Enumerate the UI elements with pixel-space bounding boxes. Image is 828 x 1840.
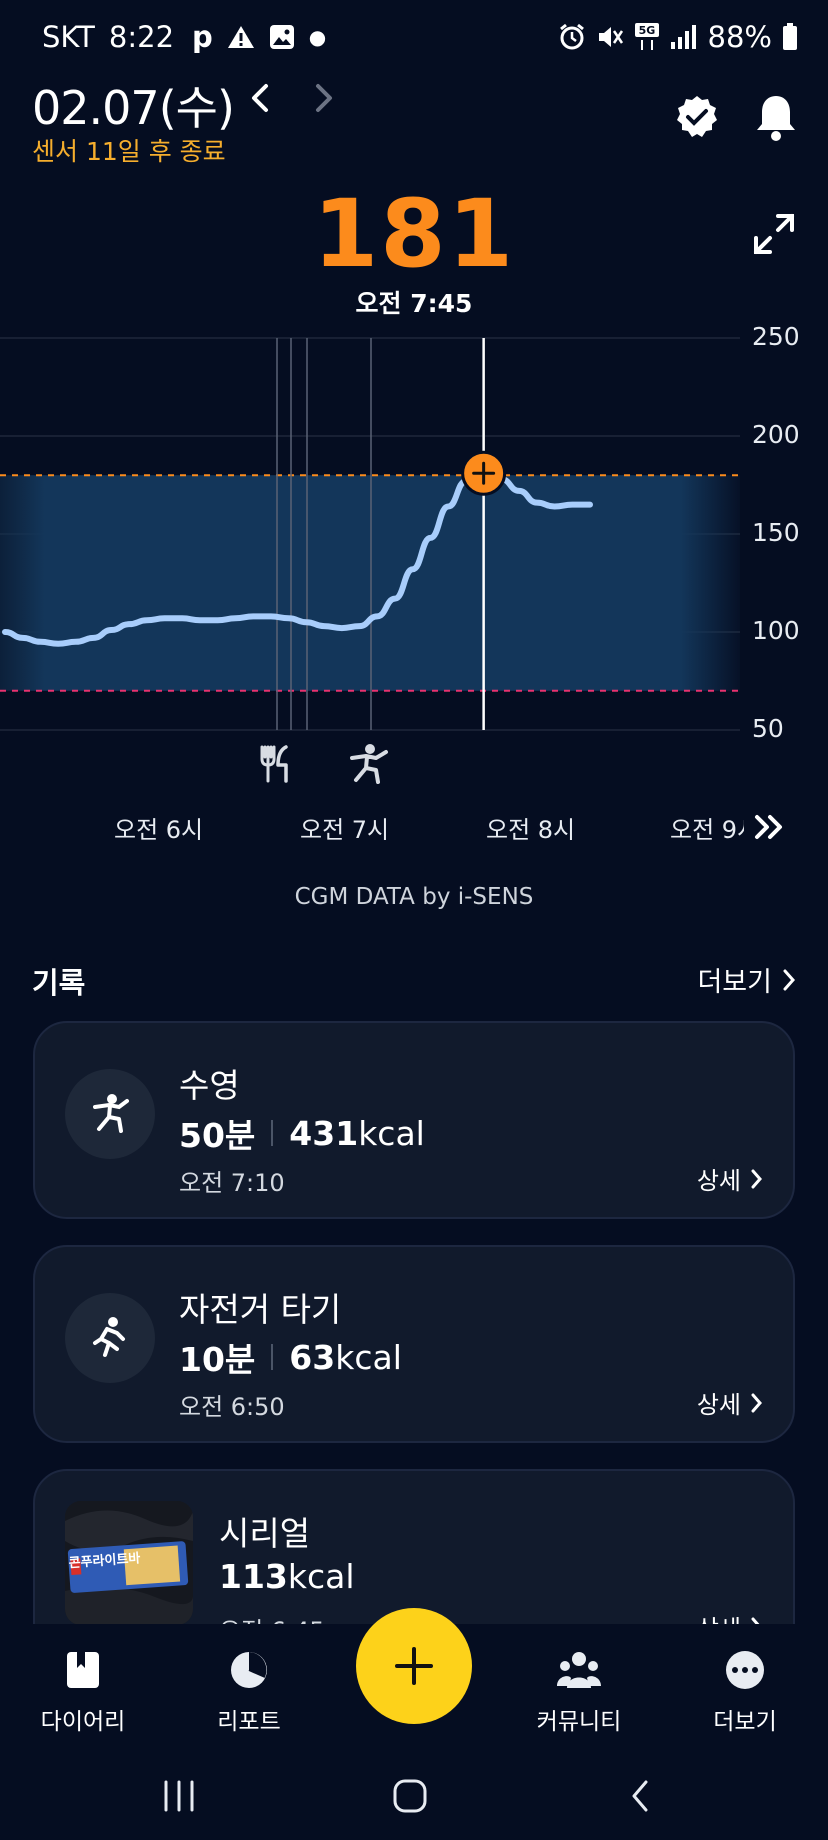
sensor-expiry-notice: 센서 11일 후 종료 [32, 137, 226, 166]
double-chevron-right-icon[interactable] [752, 810, 788, 844]
nav-label: 더보기 [713, 1709, 777, 1735]
swimming-icon [93, 1094, 129, 1133]
record-detail-link[interactable]: 상세 [697, 1385, 763, 1420]
record-name: 시리얼 [219, 1514, 311, 1553]
nav-label: 커뮤니티 [536, 1709, 622, 1735]
nav-item-report[interactable]: 리포트 [184, 1650, 314, 1736]
stat-divider [271, 1120, 274, 1146]
nav-label: 다이어리 [40, 1709, 126, 1735]
p-icon: p [192, 20, 213, 54]
signal-icon [670, 25, 696, 49]
stat-divider [271, 1344, 274, 1370]
nav-item-diary[interactable]: 다이어리 [18, 1650, 148, 1736]
record-kcal-unit: kcal [287, 1557, 355, 1596]
glucose-time: 오전 7:45 [355, 289, 473, 318]
records-more-link[interactable]: 더보기 [697, 960, 796, 999]
back-icon[interactable] [628, 1778, 652, 1814]
record-name: 자전거 타기 [179, 1290, 342, 1329]
gallery-icon [269, 25, 294, 49]
chevron-right-icon [783, 969, 796, 990]
status-bar-left: SKT 8:22 p ● [42, 20, 326, 54]
date-title[interactable]: 02.07(수) [32, 72, 235, 138]
expand-icon[interactable] [752, 212, 796, 256]
y-tick-label: 50 [752, 714, 784, 743]
glucose-chart[interactable] [0, 320, 828, 800]
status-time: 8:22 [108, 20, 175, 54]
cycling-icon [65, 1293, 155, 1383]
x-tick-label: 오전 7시 [300, 816, 390, 844]
record-kcal-unit: kcal [358, 1113, 425, 1153]
record-stats: 113 kcal [219, 1557, 355, 1596]
record-kcal-value: 63 [289, 1337, 336, 1377]
record-card[interactable]: 수영 50분 431 kcal 오전 7:10 상세 [33, 1021, 795, 1219]
alarm-icon [559, 23, 584, 50]
swimming-icon [65, 1069, 155, 1159]
carrier-label: SKT [42, 20, 95, 54]
records-more-label: 더보기 [697, 967, 772, 998]
glucose-value: 181 [312, 180, 516, 289]
record-name: 수영 [179, 1066, 240, 1105]
battery-icon [783, 23, 797, 50]
record-stats: 50분 431 kcal [179, 1109, 425, 1157]
plus-icon [395, 1647, 433, 1685]
record-card[interactable]: 자전거 타기 10분 63 kcal 오전 6:50 상세 [33, 1245, 795, 1443]
record-stats: 10분 63 kcal [179, 1333, 402, 1381]
data-credit: CGM DATA by i-SENS [294, 884, 534, 910]
chevron-right-icon [751, 1393, 762, 1412]
status-bar-right: 5G 88% [558, 20, 798, 54]
y-tick-label: 100 [752, 616, 800, 645]
recent-apps-icon[interactable] [162, 1778, 196, 1814]
home-icon[interactable] [392, 1778, 428, 1814]
battery-percent: 88% [707, 20, 772, 54]
record-detail-link[interactable]: 상세 [697, 1161, 763, 1196]
food-photo: 콘푸라이트바 [65, 1501, 193, 1625]
app-screen: SKT 8:22 p ● 5G 88% 02.07(수) 센서 11일 후 종료… [0, 0, 828, 1840]
verified-badge-icon[interactable] [674, 94, 720, 140]
warning-icon [227, 26, 254, 48]
add-record-button[interactable] [356, 1608, 472, 1724]
record-duration: 50분 [179, 1116, 256, 1155]
record-duration: 10분 [179, 1340, 256, 1379]
records-title: 기록 [32, 966, 86, 1000]
5g-icon: 5G [634, 23, 659, 50]
diary-icon [67, 1652, 99, 1688]
y-tick-label: 250 [752, 322, 800, 351]
dot-icon: ● [308, 25, 327, 49]
record-time: 오전 6:50 [179, 1393, 285, 1421]
record-kcal-value: 431 [289, 1113, 359, 1153]
meal-icon[interactable] [260, 745, 288, 783]
nav-label: 리포트 [217, 1709, 281, 1735]
x-tick-label: 오전 6시 [114, 816, 204, 844]
target-range-band [0, 475, 740, 691]
y-tick-label: 150 [752, 518, 800, 547]
y-tick-label: 200 [752, 420, 800, 449]
record-time: 오전 7:10 [179, 1169, 285, 1197]
record-detail-label: 상세 [696, 1167, 741, 1195]
food-photo-image: 콘푸라이트바 [65, 1501, 193, 1625]
status-bar: SKT 8:22 p ● 5G 88% [0, 0, 828, 78]
x-tick-label: 오전 8시 [486, 816, 576, 844]
mute-icon [598, 27, 623, 47]
community-icon [557, 1652, 601, 1688]
record-detail-label: 상세 [696, 1391, 741, 1419]
record-kcal-unit: kcal [335, 1337, 402, 1377]
exercise-icon[interactable] [350, 744, 388, 784]
chevron-right-icon[interactable] [312, 80, 336, 116]
chevron-left-icon[interactable] [248, 80, 272, 116]
report-icon [231, 1652, 267, 1688]
more-icon [726, 1651, 764, 1689]
chevron-right-icon [751, 1169, 762, 1188]
record-kcal-value: 113 [219, 1557, 288, 1596]
cycling-icon [93, 1317, 125, 1357]
nav-item-more[interactable]: 더보기 [680, 1650, 810, 1736]
nav-item-community[interactable]: 커뮤니티 [514, 1650, 644, 1736]
svg-text:5G: 5G [638, 24, 655, 37]
system-navigation-bar [0, 1756, 828, 1840]
x-tick-label: 오전 9시 [670, 816, 744, 844]
bell-icon[interactable] [752, 92, 800, 142]
